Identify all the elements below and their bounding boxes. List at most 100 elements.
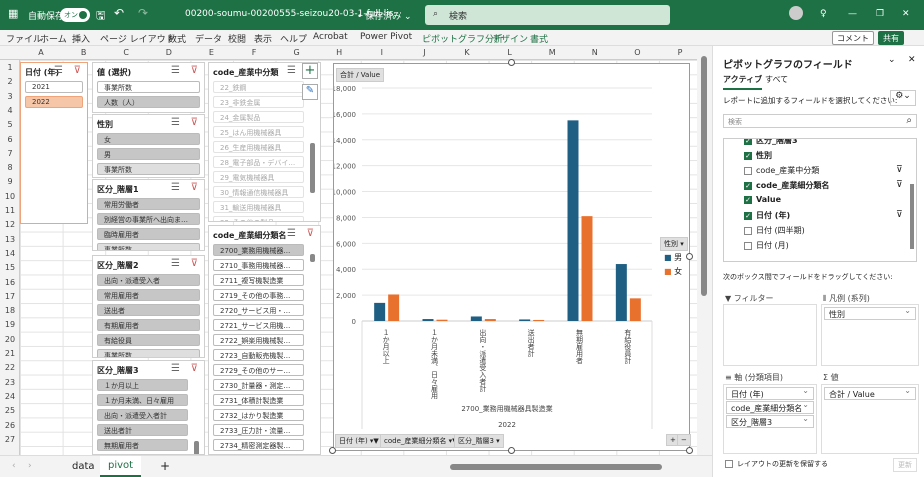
row-header-16[interactable]: 16 bbox=[0, 278, 20, 287]
clear-filter-icon[interactable]: ⊽ bbox=[191, 258, 198, 269]
field-item[interactable]: ✓ Value bbox=[744, 195, 781, 204]
menu-formulas[interactable]: 数式 bbox=[168, 32, 186, 45]
menu-design[interactable]: デザイン bbox=[492, 32, 528, 45]
slicer-item[interactable]: 25_はん用機械器具 bbox=[213, 126, 304, 138]
multi-select-icon[interactable]: ☰ bbox=[171, 117, 180, 128]
checkbox[interactable]: ✓ bbox=[744, 139, 752, 145]
multi-select-icon[interactable]: ☰ bbox=[54, 65, 63, 76]
horizontal-scrollbar[interactable] bbox=[450, 464, 662, 470]
legend-field-gender[interactable]: 性別 bbox=[824, 306, 916, 320]
row-header-26[interactable]: 26 bbox=[0, 421, 20, 430]
slicer-item[interactable]: 出向・派遣受入者計 bbox=[97, 409, 188, 421]
slicer-item[interactable]: 常用労働者 bbox=[97, 198, 200, 210]
slicer-item[interactable]: 人数（人） bbox=[97, 96, 200, 108]
column-header-L[interactable]: L bbox=[489, 48, 531, 57]
slicer-item[interactable]: 2719_その他の事務用機... bbox=[213, 289, 304, 301]
resize-handle[interactable] bbox=[508, 447, 515, 454]
slicer-item[interactable]: 29_電気機械器具 bbox=[213, 171, 304, 183]
axis-field-level3-button[interactable]: 区分_階層3 ▾ bbox=[454, 434, 504, 448]
row-header-15[interactable]: 15 bbox=[0, 263, 20, 272]
legend-field-button[interactable]: 性別 ▾ bbox=[660, 237, 688, 251]
gear-icon[interactable]: ⚙⌄ bbox=[890, 90, 916, 106]
slicer-scrollbar[interactable] bbox=[310, 254, 315, 262]
menu-pivotchart-analyze[interactable]: ピボットグラフ分析 bbox=[422, 32, 503, 45]
menu-format[interactable]: 書式 bbox=[530, 32, 548, 45]
row-header-7[interactable]: 7 bbox=[0, 149, 20, 158]
axis-field-subclass-button[interactable]: code_産業細分類名 ▾▼ bbox=[380, 434, 462, 448]
slicer-item[interactable]: 2021 bbox=[25, 81, 83, 93]
redo-icon[interactable]: ↷ bbox=[138, 6, 148, 20]
column-header-M[interactable]: M bbox=[531, 48, 573, 57]
chevron-down-icon[interactable]: ⌄ bbox=[888, 55, 896, 65]
share-button[interactable]: 共有 bbox=[878, 31, 904, 45]
slicer-item[interactable]: 事業所数 bbox=[97, 81, 200, 93]
checkbox[interactable]: ✓ bbox=[744, 151, 752, 160]
row-header-4[interactable]: 4 bbox=[0, 106, 20, 115]
slicer-item[interactable]: 事業所数 bbox=[97, 349, 200, 357]
pivot-chart[interactable]: 合計 / Value 02,0004,0006,0008,00010,00012… bbox=[333, 63, 691, 451]
slicer-item[interactable]: １か月未満、日々雇用 bbox=[97, 394, 188, 406]
row-header-1[interactable]: 1 bbox=[0, 63, 20, 72]
field-item[interactable]: ✓ 区分_階層3 bbox=[744, 139, 798, 146]
chart-styles-button[interactable]: ✎ bbox=[302, 84, 318, 100]
menu-insert[interactable]: 挿入 bbox=[72, 32, 90, 45]
values-area[interactable]: 合計 / Value bbox=[821, 384, 919, 454]
avatar[interactable] bbox=[789, 6, 803, 20]
resize-handle[interactable] bbox=[686, 253, 693, 260]
column-header-N[interactable]: N bbox=[574, 48, 616, 57]
slicer-item[interactable]: 24_金属製品 bbox=[213, 111, 304, 123]
slicer-item[interactable]: 2711_複写機製造業 bbox=[213, 274, 304, 286]
vertical-scrollbar[interactable] bbox=[697, 46, 712, 455]
slicer-item[interactable]: 無期雇用者 bbox=[97, 439, 188, 451]
slicer-item[interactable]: 32_その他の製品 bbox=[213, 216, 304, 221]
tab-active[interactable]: アクティブ bbox=[723, 74, 763, 90]
slicer-item[interactable]: 31_輸送用機械器具 bbox=[213, 201, 304, 213]
slicer-item[interactable]: 2729_その他のサービス... bbox=[213, 364, 304, 376]
row-header-23[interactable]: 23 bbox=[0, 378, 20, 387]
save-icon[interactable]: 🖫 bbox=[96, 7, 105, 26]
slicer-item[interactable]: 23_非鉄金属 bbox=[213, 96, 304, 108]
menu-view[interactable]: 表示 bbox=[254, 32, 272, 45]
axis-field-year-button[interactable]: 日付 (年) ▾▼ bbox=[335, 434, 383, 448]
slicer-scrollbar[interactable] bbox=[310, 143, 315, 193]
row-header-8[interactable]: 8 bbox=[0, 163, 20, 172]
field-item[interactable]: ✓ code_産業細分類名 bbox=[744, 180, 829, 191]
checkbox[interactable]: ✓ bbox=[744, 195, 752, 204]
multi-select-icon[interactable]: ☰ bbox=[171, 363, 180, 374]
multi-select-icon[interactable]: ☰ bbox=[287, 65, 296, 76]
column-header-G[interactable]: G bbox=[276, 48, 318, 57]
axis-field-subclass[interactable]: code_産業細分類名 bbox=[726, 400, 814, 414]
slicer-item[interactable]: 2723_自動販売機製造業 bbox=[213, 349, 304, 361]
slicer-item[interactable]: 女 bbox=[97, 133, 200, 145]
slicer-item[interactable]: 事業所数 bbox=[97, 163, 200, 175]
multi-select-icon[interactable]: ☰ bbox=[171, 182, 180, 193]
slicer-item[interactable]: 2710_事務用機械器具製... bbox=[213, 259, 304, 271]
scroll-thumb[interactable] bbox=[701, 56, 707, 296]
row-header-2[interactable]: 2 bbox=[0, 77, 20, 86]
field-item[interactable]: ✓ 性別 bbox=[744, 150, 772, 161]
slicer-item[interactable]: 28_電子部品・デバイス... bbox=[213, 156, 304, 168]
checkbox[interactable] bbox=[744, 166, 752, 175]
clear-filter-icon[interactable]: ⊽ bbox=[191, 182, 198, 193]
column-header-E[interactable]: E bbox=[190, 48, 232, 57]
sheet-tab-pivot[interactable]: pivot bbox=[100, 456, 142, 477]
slicer-item[interactable]: 2731_体積計製造業 bbox=[213, 394, 304, 406]
slicer-item[interactable]: 2722_娯楽用機械製造業 bbox=[213, 334, 304, 346]
defer-update-checkbox[interactable]: レイアウトの更新を保留する bbox=[725, 459, 828, 469]
menu-data[interactable]: データ bbox=[195, 32, 222, 45]
slicer-item[interactable]: 2734_精密測定器製造業 bbox=[213, 439, 304, 451]
checkbox[interactable]: ✓ bbox=[744, 181, 752, 190]
column-header-K[interactable]: K bbox=[446, 48, 488, 57]
multi-select-icon[interactable]: ☰ bbox=[287, 228, 296, 239]
row-header-12[interactable]: 12 bbox=[0, 220, 20, 229]
sheet-tab-data[interactable]: data bbox=[72, 461, 95, 472]
slicer-scrollbar[interactable] bbox=[194, 441, 199, 454]
row-header-22[interactable]: 22 bbox=[0, 363, 20, 372]
resize-handle[interactable] bbox=[329, 447, 336, 454]
clear-filter-icon[interactable]: ⊽ bbox=[191, 117, 198, 128]
clear-filter-icon[interactable]: ⊽ bbox=[191, 65, 198, 76]
checkbox[interactable] bbox=[725, 460, 733, 468]
row-header-20[interactable]: 20 bbox=[0, 335, 20, 344]
column-header-A[interactable]: A bbox=[20, 48, 62, 57]
menu-acrobat[interactable]: Acrobat bbox=[313, 32, 348, 42]
